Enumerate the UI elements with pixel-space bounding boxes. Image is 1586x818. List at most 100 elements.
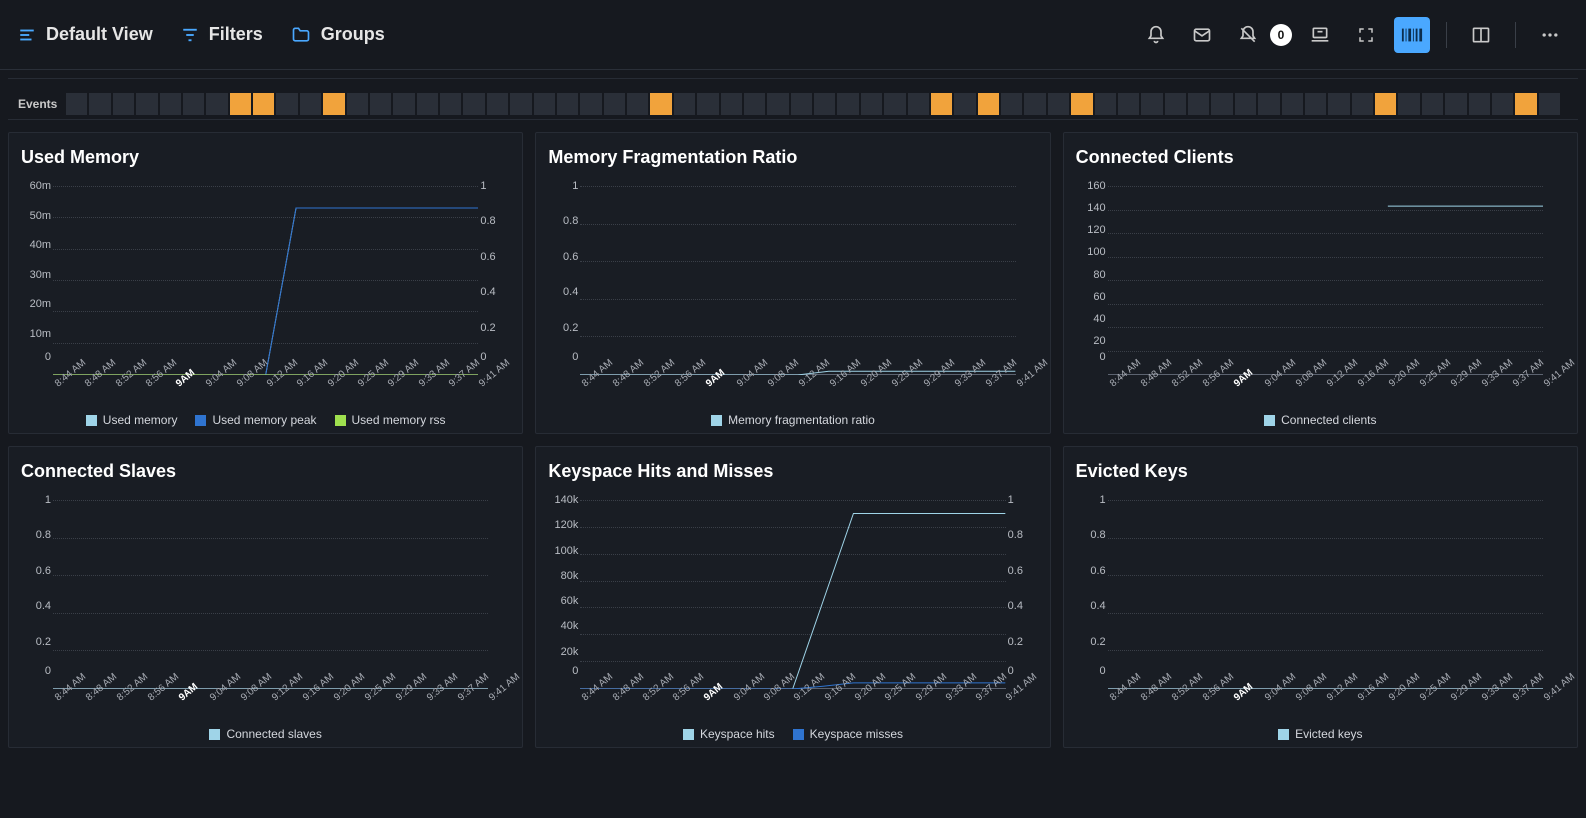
event-cell[interactable]: [721, 93, 742, 115]
chart-plot[interactable]: 60m50m40m30m20m10m010.80.60.40.20: [53, 186, 478, 375]
event-cell[interactable]: [370, 93, 391, 115]
event-cell[interactable]: [791, 93, 812, 115]
event-cell[interactable]: [1352, 93, 1373, 115]
event-cell[interactable]: [1118, 93, 1139, 115]
x-tick-label: 9:08 AM: [766, 380, 774, 389]
event-cell[interactable]: [1539, 93, 1560, 115]
chart-plot[interactable]: 10.80.60.40.20: [1108, 500, 1543, 689]
x-tick-label: 9AM: [1232, 694, 1240, 703]
legend-item[interactable]: Used memory peak: [195, 413, 316, 427]
event-cell[interactable]: [1305, 93, 1326, 115]
event-cell[interactable]: [276, 93, 297, 115]
event-cell[interactable]: [884, 93, 905, 115]
event-cell[interactable]: [393, 93, 414, 115]
event-cell[interactable]: [1165, 93, 1186, 115]
laptop-icon[interactable]: [1302, 17, 1338, 53]
event-cell[interactable]: [510, 93, 531, 115]
chart-plot[interactable]: 160140120100806040200: [1108, 186, 1543, 375]
event-cell[interactable]: [1188, 93, 1209, 115]
event-cell[interactable]: [580, 93, 601, 115]
y-tick-label: 0.8: [19, 529, 51, 541]
event-cell[interactable]: [1095, 93, 1116, 115]
event-cell[interactable]: [697, 93, 718, 115]
event-cell[interactable]: [1001, 93, 1022, 115]
event-cell[interactable]: [604, 93, 625, 115]
event-cell[interactable]: [113, 93, 134, 115]
default-view-button[interactable]: Default View: [18, 24, 153, 45]
event-cell[interactable]: [417, 93, 438, 115]
legend-item[interactable]: Keyspace hits: [683, 727, 775, 741]
event-cell[interactable]: [183, 93, 204, 115]
y-tick-label: 0.6: [1074, 565, 1106, 577]
event-cell[interactable]: [1492, 93, 1513, 115]
barcode-icon[interactable]: [1394, 17, 1430, 53]
legend-item[interactable]: Connected clients: [1264, 413, 1376, 427]
event-cell[interactable]: [861, 93, 882, 115]
legend: Memory fragmentation ratio: [546, 409, 1039, 427]
legend-item[interactable]: Keyspace misses: [793, 727, 903, 741]
envelope-icon[interactable]: [1184, 17, 1220, 53]
event-cell[interactable]: [1422, 93, 1443, 115]
legend-item[interactable]: Memory fragmentation ratio: [711, 413, 875, 427]
event-cell[interactable]: [954, 93, 975, 115]
event-cell[interactable]: [1048, 93, 1069, 115]
event-cell[interactable]: [627, 93, 648, 115]
event-cell[interactable]: [347, 93, 368, 115]
event-cell[interactable]: [1024, 93, 1045, 115]
split-pane-icon[interactable]: [1463, 17, 1499, 53]
event-cell[interactable]: [744, 93, 765, 115]
bell-icon[interactable]: [1138, 17, 1174, 53]
event-cell[interactable]: [931, 93, 952, 115]
chart-plot[interactable]: 10.80.60.40.20: [53, 500, 488, 689]
legend-item[interactable]: Evicted keys: [1278, 727, 1362, 741]
legend-item[interactable]: Used memory: [86, 413, 178, 427]
events-strip[interactable]: [66, 93, 1560, 115]
event-cell[interactable]: [487, 93, 508, 115]
event-cell[interactable]: [1211, 93, 1232, 115]
event-cell[interactable]: [1141, 93, 1162, 115]
x-tick-label: 9:12 AM: [1325, 380, 1333, 389]
event-cell[interactable]: [136, 93, 157, 115]
alert-count-badge[interactable]: 0: [1270, 24, 1292, 46]
event-cell[interactable]: [908, 93, 929, 115]
event-cell[interactable]: [1398, 93, 1419, 115]
event-cell[interactable]: [650, 93, 671, 115]
event-cell[interactable]: [323, 93, 344, 115]
event-cell[interactable]: [1445, 93, 1466, 115]
event-cell[interactable]: [814, 93, 835, 115]
event-cell[interactable]: [1071, 93, 1092, 115]
x-tick-label: 9:41 AM: [1542, 694, 1550, 703]
event-cell[interactable]: [1328, 93, 1349, 115]
mute-bell-icon[interactable]: [1230, 17, 1266, 53]
event-cell[interactable]: [440, 93, 461, 115]
event-cell[interactable]: [66, 93, 87, 115]
more-icon[interactable]: [1532, 17, 1568, 53]
event-cell[interactable]: [160, 93, 181, 115]
event-cell[interactable]: [463, 93, 484, 115]
event-cell[interactable]: [767, 93, 788, 115]
filters-button[interactable]: Filters: [181, 24, 263, 45]
legend-item[interactable]: Connected slaves: [209, 727, 321, 741]
groups-button[interactable]: Groups: [291, 24, 385, 45]
event-cell[interactable]: [978, 93, 999, 115]
event-cell[interactable]: [206, 93, 227, 115]
x-tick-label: 9:16 AM: [823, 694, 831, 703]
event-cell[interactable]: [1515, 93, 1536, 115]
event-cell[interactable]: [253, 93, 274, 115]
fullscreen-icon[interactable]: [1348, 17, 1384, 53]
event-cell[interactable]: [1375, 93, 1396, 115]
event-cell[interactable]: [534, 93, 555, 115]
chart-plot[interactable]: 10.80.60.40.20: [580, 186, 1015, 375]
event-cell[interactable]: [674, 93, 695, 115]
event-cell[interactable]: [837, 93, 858, 115]
event-cell[interactable]: [230, 93, 251, 115]
chart-plot[interactable]: 140k120k100k80k60k40k20k010.80.60.40.20: [580, 500, 1005, 689]
event-cell[interactable]: [89, 93, 110, 115]
event-cell[interactable]: [1258, 93, 1279, 115]
event-cell[interactable]: [1469, 93, 1490, 115]
legend-item[interactable]: Used memory rss: [335, 413, 446, 427]
event-cell[interactable]: [557, 93, 578, 115]
event-cell[interactable]: [1235, 93, 1256, 115]
event-cell[interactable]: [300, 93, 321, 115]
event-cell[interactable]: [1282, 93, 1303, 115]
